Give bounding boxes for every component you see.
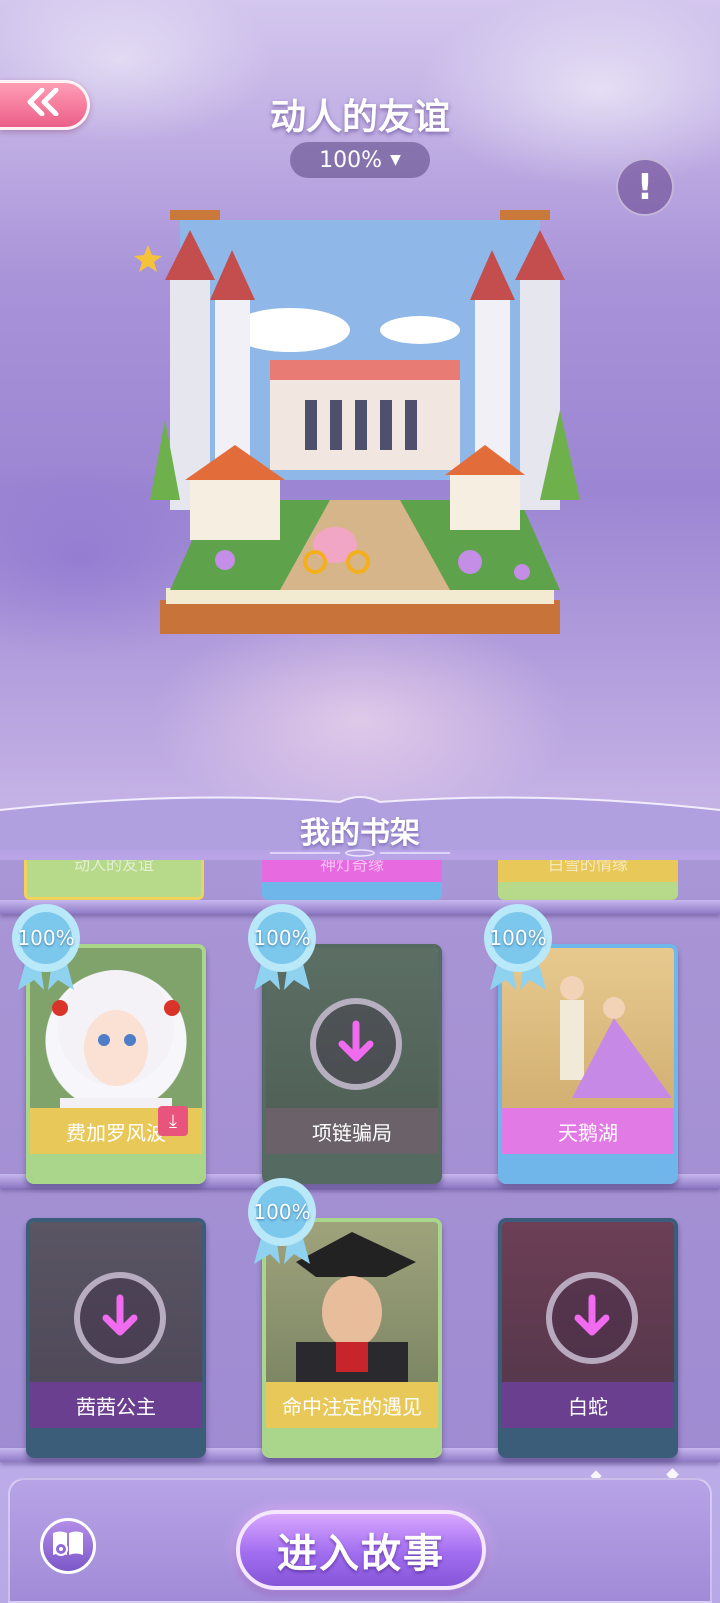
arrow-down-icon <box>332 1018 380 1070</box>
arrow-down-icon <box>96 1292 144 1344</box>
badge-text: 100% <box>489 926 547 950</box>
shelf-book-top-1[interactable]: 动人的友谊 <box>24 860 204 900</box>
completion-badge: 100% <box>236 900 328 992</box>
book-title: 白蛇 <box>568 1394 608 1419</box>
book-label: 命中注定的遇见 <box>266 1382 438 1428</box>
book-spine <box>266 1428 438 1454</box>
book-sissi[interactable]: 茜茜公主 <box>26 1218 206 1458</box>
book-title: 动人的友谊 <box>73 860 154 874</box>
completion-badge: 100% <box>0 900 92 992</box>
book-title: 神灯奇缘 <box>319 860 384 874</box>
book-title: 项链骗局 <box>312 1120 392 1145</box>
arrow-down-icon <box>568 1292 616 1344</box>
book-white-snake[interactable]: 白蛇 <box>498 1218 678 1458</box>
shelf-book-top-2[interactable]: 神灯奇缘 <box>262 860 442 900</box>
download-button[interactable] <box>546 1272 638 1364</box>
badge-text: 100% <box>253 926 311 950</box>
book-title: 费加罗风波 <box>66 1120 166 1145</box>
completion-badge: 100% <box>472 900 564 992</box>
book-title: 白雪的情缘 <box>547 860 628 874</box>
enter-story-label: 进入故事 <box>277 1531 445 1577</box>
completion-badge: 100% <box>236 1174 328 1266</box>
book-title: 命中注定的遇见 <box>282 1394 422 1419</box>
book-settings-button[interactable] <box>40 1518 96 1574</box>
progress-value: 100% <box>319 147 383 173</box>
shelf-title: 我的书架 <box>300 816 420 851</box>
book-label: 天鹅湖 <box>502 1108 674 1154</box>
download-button[interactable] <box>74 1272 166 1364</box>
enter-story-button[interactable]: 进入故事 <box>236 1510 486 1590</box>
download-button[interactable] <box>310 998 402 1090</box>
book-label: 项链骗局 <box>266 1108 438 1154</box>
exclamation-icon: ! <box>636 166 654 208</box>
popup-book-illustration <box>130 210 600 660</box>
caret-down-icon: ▼ <box>390 152 401 168</box>
book-gear-icon <box>51 1529 85 1563</box>
book-spine <box>30 1428 202 1454</box>
book-title: 茜茜公主 <box>76 1394 156 1419</box>
book-label: 白蛇 <box>502 1382 674 1428</box>
badge-text: 100% <box>17 926 75 950</box>
book-spine <box>502 1428 674 1454</box>
shelf-plank <box>0 900 720 914</box>
book-label: 茜茜公主 <box>30 1382 202 1428</box>
shelf-book-top-3[interactable]: 白雪的情缘 <box>498 860 678 900</box>
title-ornament <box>270 849 450 857</box>
download-done-icon: ⤓ <box>158 1106 188 1136</box>
book-title: 天鹅湖 <box>558 1120 618 1145</box>
info-button[interactable]: ! <box>616 158 674 216</box>
badge-text: 100% <box>253 1200 311 1224</box>
book-spine <box>30 1154 202 1180</box>
progress-dropdown[interactable]: 100% ▼ <box>290 142 430 178</box>
page-title: 动人的友谊 <box>269 97 450 138</box>
book-spine <box>502 1154 674 1180</box>
